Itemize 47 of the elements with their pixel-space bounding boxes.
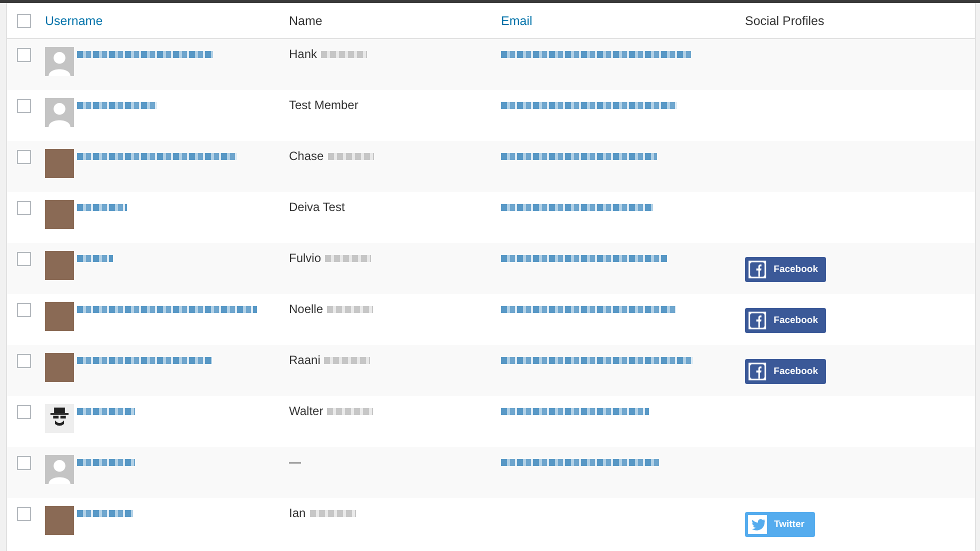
row-checkbox[interactable] bbox=[17, 201, 31, 215]
default-avatar-icon bbox=[45, 47, 74, 76]
row-checkbox[interactable] bbox=[17, 405, 31, 419]
photo-placeholder bbox=[45, 506, 74, 535]
bird-logo-icon bbox=[747, 514, 768, 535]
facebook-profile-button[interactable]: Facebook bbox=[745, 308, 826, 333]
photo-placeholder bbox=[45, 353, 74, 382]
row-checkbox[interactable] bbox=[17, 252, 31, 266]
photo-placeholder bbox=[45, 302, 74, 331]
blurred-username bbox=[77, 204, 127, 211]
hat-and-glasses-avatar-icon bbox=[45, 404, 74, 433]
facebook-profile-button[interactable]: Facebook bbox=[745, 257, 826, 282]
user-name: Ian bbox=[289, 506, 306, 521]
default-avatar-icon bbox=[45, 98, 74, 127]
facebook-logo-icon bbox=[747, 259, 768, 280]
facebook-logo-icon bbox=[747, 310, 768, 331]
user-name: — bbox=[289, 455, 301, 470]
blurred-username bbox=[77, 510, 133, 517]
user-name: Raani bbox=[289, 353, 320, 368]
user-name: Fulvio bbox=[289, 251, 322, 266]
photo-placeholder bbox=[45, 251, 74, 280]
row-checkbox[interactable] bbox=[17, 456, 31, 470]
row-checkbox[interactable] bbox=[17, 303, 31, 317]
user-name: Noelle bbox=[289, 302, 324, 317]
user-name: Test Member bbox=[289, 98, 358, 113]
column-sort-link[interactable]: Email bbox=[501, 14, 532, 28]
row-checkbox[interactable] bbox=[17, 507, 31, 521]
user-name: Deiva Test bbox=[289, 200, 345, 215]
row-checkbox[interactable] bbox=[17, 354, 31, 368]
row-checkbox[interactable] bbox=[17, 99, 31, 113]
column-header: Social Profiles bbox=[745, 14, 824, 28]
user-name: Walter bbox=[289, 404, 324, 419]
user-name: Chase bbox=[289, 149, 324, 164]
user-name: Hank bbox=[289, 47, 318, 62]
blurred-username bbox=[77, 255, 113, 262]
blurred-username bbox=[77, 408, 135, 415]
blurred-username bbox=[77, 459, 135, 466]
photo-placeholder bbox=[45, 149, 74, 178]
column-sort-link[interactable]: Username bbox=[45, 14, 103, 28]
default-avatar-icon bbox=[45, 455, 74, 484]
select-all-checkbox[interactable] bbox=[17, 14, 31, 28]
facebook-profile-button[interactable]: Facebook bbox=[745, 359, 826, 384]
row-checkbox[interactable] bbox=[17, 48, 31, 62]
facebook-logo-icon bbox=[747, 361, 768, 382]
column-header: Name bbox=[289, 14, 322, 28]
row-checkbox[interactable] bbox=[17, 150, 31, 164]
photo-placeholder bbox=[45, 200, 74, 229]
